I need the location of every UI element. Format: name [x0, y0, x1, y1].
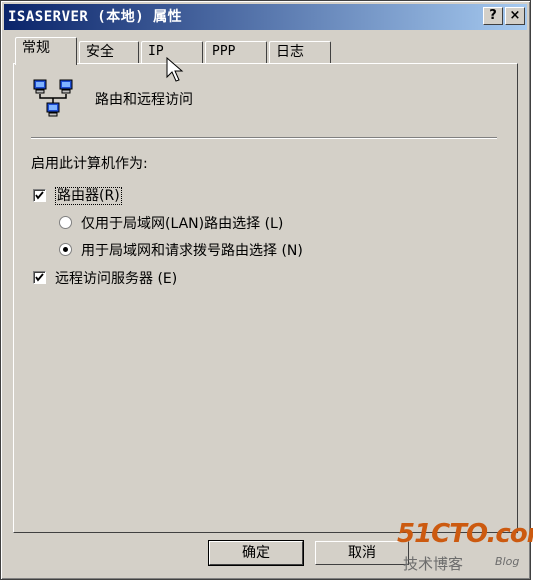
radio-lan-routing-accel: (L) [264, 216, 284, 232]
properties-dialog: ISASERVER (本地) 属性 ? × 常规 安全 IP PPP 日志 路由… [0, 0, 533, 580]
radio-lan-demand-dial[interactable] [59, 243, 72, 256]
radio-lan-demand-dial-accel: (N) [281, 243, 303, 259]
service-header-label: 路由和远程访问 [95, 92, 193, 108]
network-computers-icon [33, 79, 73, 117]
tab-general-label: 常规 [22, 40, 50, 56]
mouse-pointer-icon [166, 57, 184, 82]
tab-ppp[interactable]: PPP [205, 41, 267, 63]
separator [31, 137, 497, 139]
radio-lan-routing-text: 仅用于局域网(LAN)路由选择 [81, 216, 261, 232]
watermark-logo: 51CTO.com 技术博客 Blog [397, 519, 533, 577]
watermark-sub: 技术博客 [403, 555, 464, 573]
watermark-brand: 51CTO.com [397, 519, 533, 549]
router-accel: (R) [99, 188, 120, 204]
title-bar[interactable]: ISASERVER (本地) 属性 ? × [4, 4, 527, 30]
help-button[interactable]: ? [483, 7, 503, 25]
checkmark-icon [35, 273, 44, 282]
radio-lan-demand-dial-text: 用于局域网和请求拨号路由选择 [81, 243, 277, 259]
remote-access-label[interactable]: 远程访问服务器 (E) [55, 268, 177, 288]
tab-log-label: 日志 [276, 44, 304, 60]
remote-access-checkbox[interactable] [33, 271, 46, 284]
remote-access-text: 远程访问服务器 [55, 271, 153, 287]
tab-general[interactable]: 常规 [15, 37, 77, 65]
tab-ip-label: IP [148, 44, 164, 59]
tab-log[interactable]: 日志 [269, 41, 331, 63]
window-title: ISASERVER (本地) 属性 [8, 9, 183, 25]
checkmark-icon [35, 191, 44, 200]
cancel-button[interactable]: 取消 [315, 541, 409, 565]
tab-ppp-label: PPP [212, 44, 236, 59]
router-checkbox[interactable] [33, 189, 46, 202]
remote-access-accel: (E) [157, 271, 178, 287]
radio-selected-dot [63, 247, 68, 252]
enable-as-label: 启用此计算机作为: [31, 156, 148, 172]
router-label-text: 路由器 [57, 188, 99, 204]
tab-security[interactable]: 安全 [79, 41, 139, 63]
radio-lan-demand-dial-label[interactable]: 用于局域网和请求拨号路由选择 (N) [81, 240, 303, 260]
tab-security-label: 安全 [86, 44, 114, 60]
close-button[interactable]: × [505, 7, 525, 25]
tab-panel-general [13, 63, 518, 533]
watermark-blog: Blog [495, 555, 520, 568]
ok-button[interactable]: 确定 [208, 540, 304, 566]
router-label[interactable]: 路由器(R) [55, 185, 122, 205]
radio-lan-routing-label[interactable]: 仅用于局域网(LAN)路由选择 (L) [81, 213, 283, 233]
radio-lan-routing[interactable] [59, 216, 72, 229]
